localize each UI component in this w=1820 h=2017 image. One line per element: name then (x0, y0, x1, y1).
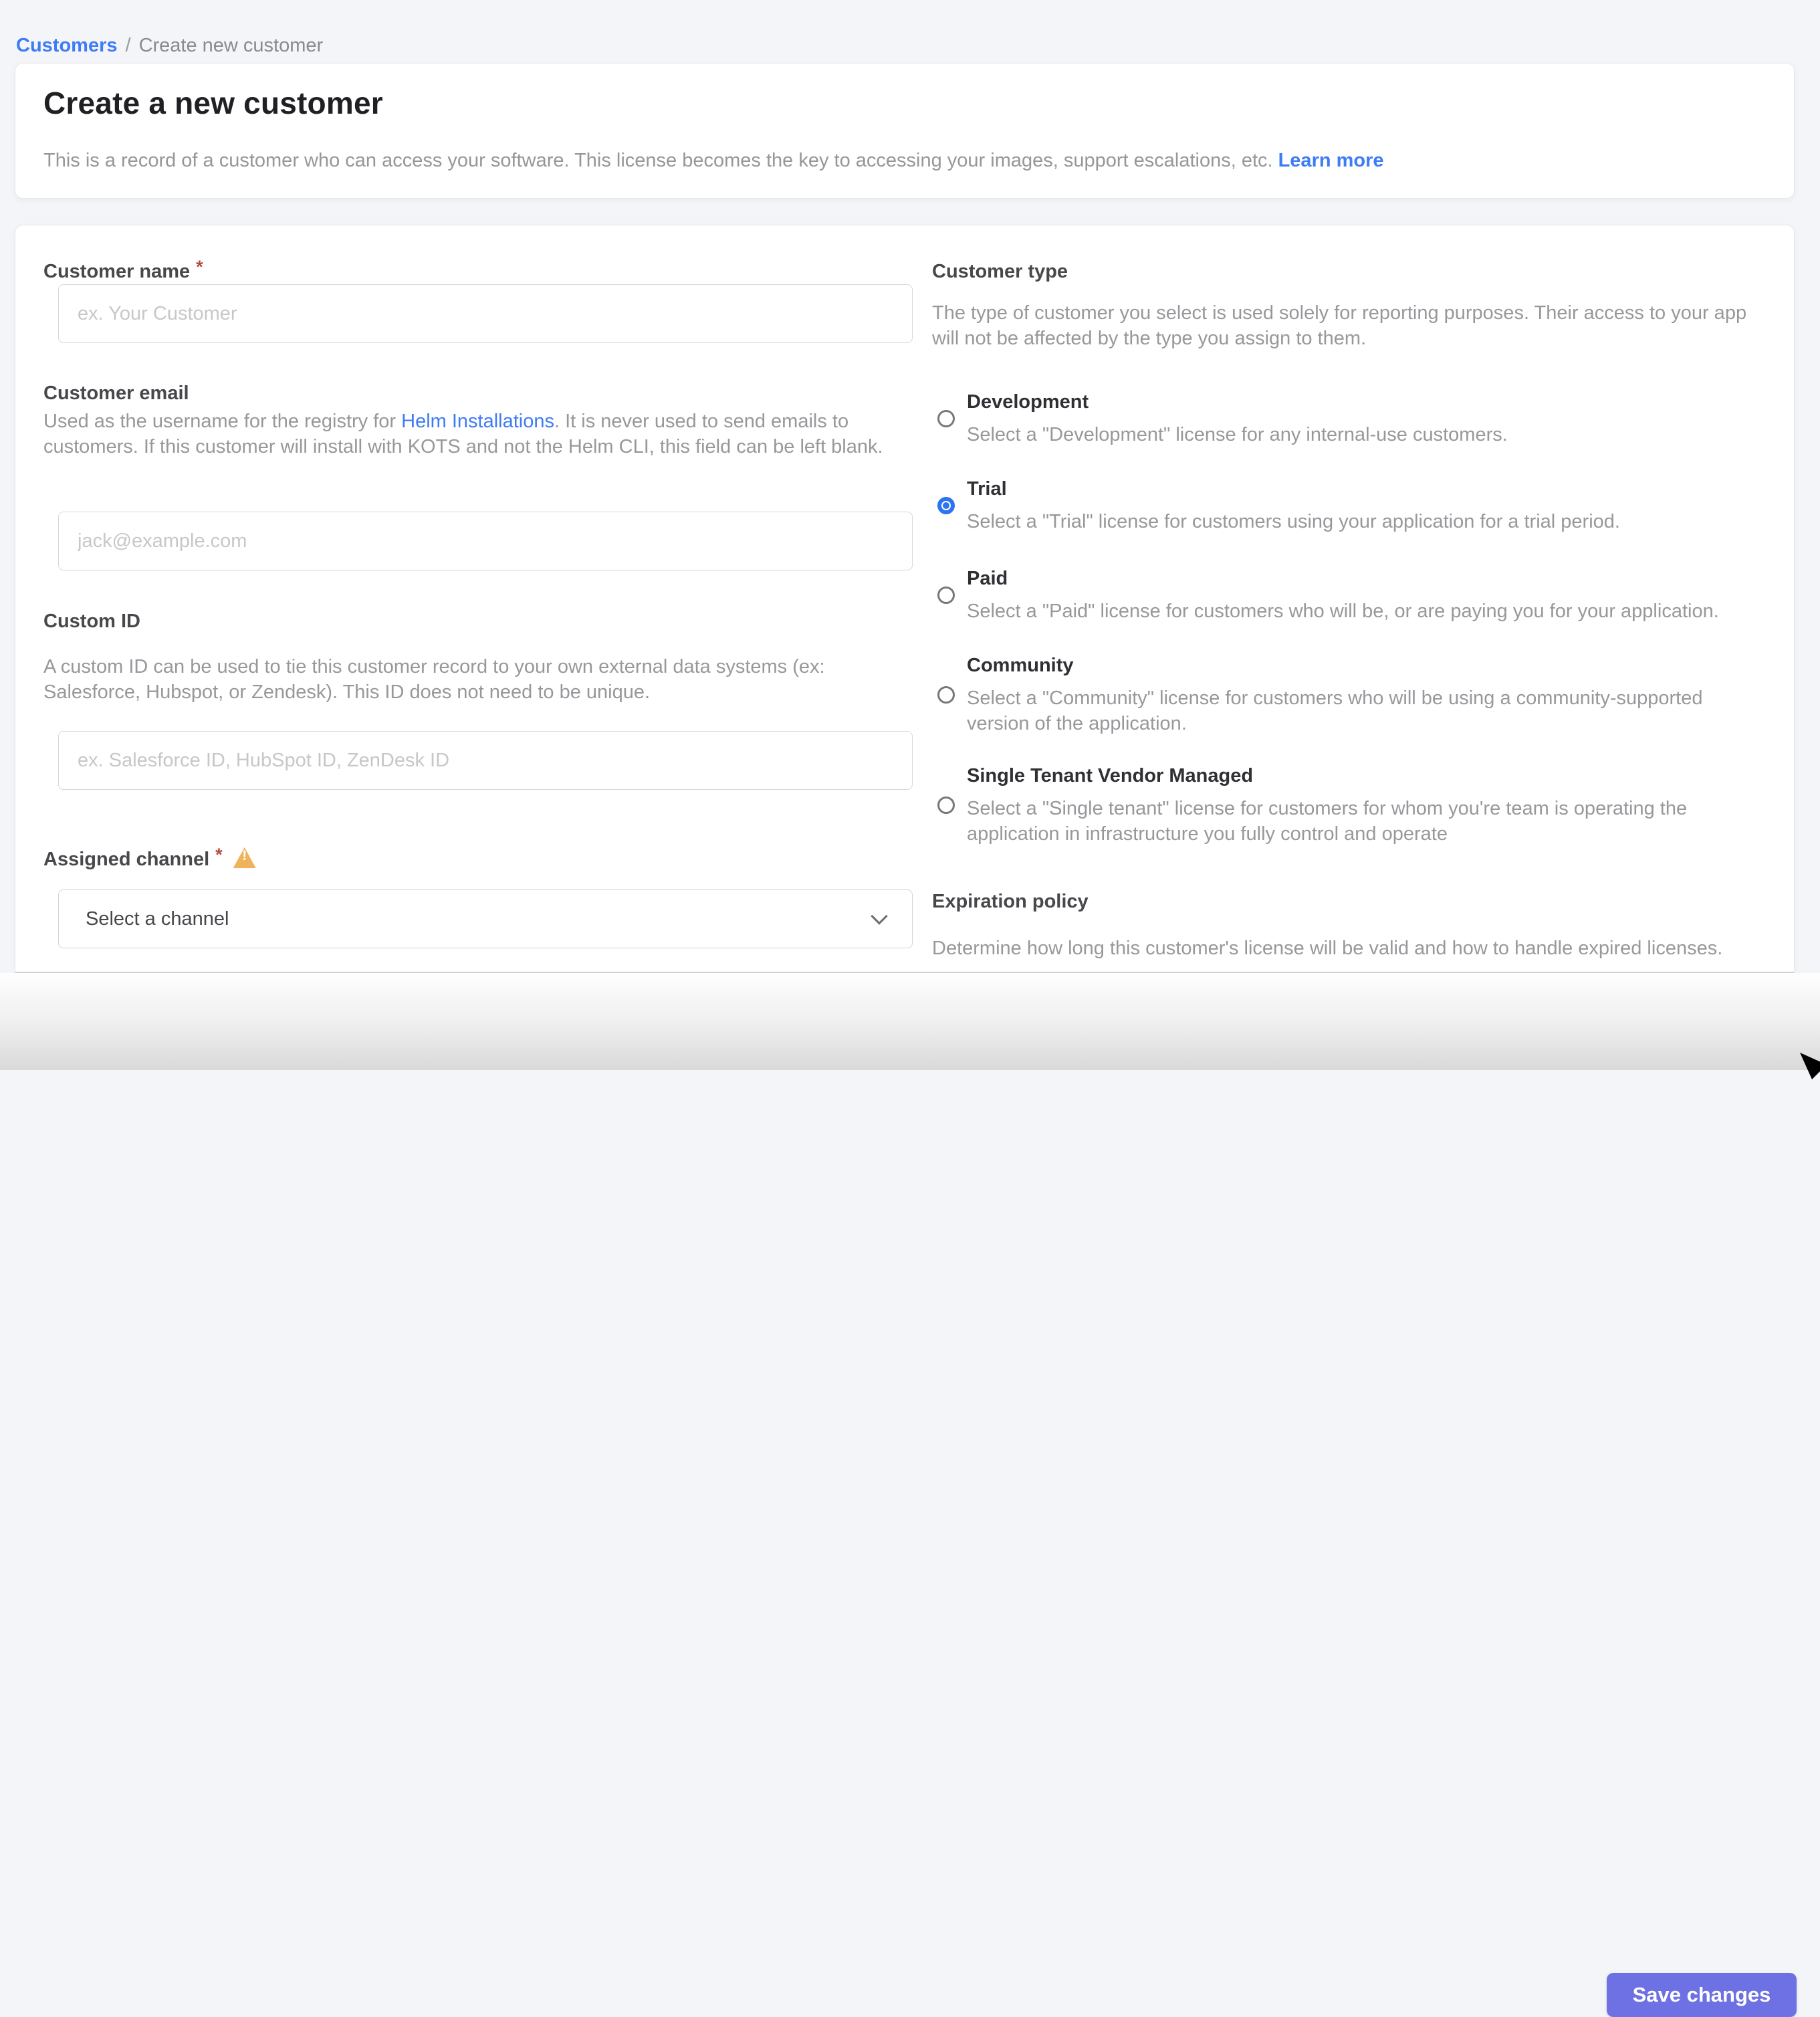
customer-type-option-development[interactable]: Development Select a "Development" licen… (937, 390, 1772, 447)
radio-button-paid[interactable] (937, 587, 955, 604)
channel-select[interactable]: Select a channel (58, 889, 913, 948)
option-label: Trial (967, 477, 1620, 501)
customer-type-heading: Customer type (932, 260, 1068, 283)
option-label: Single Tenant Vendor Managed (967, 764, 1756, 788)
learn-more-link[interactable]: Learn more (1278, 150, 1384, 171)
custom-id-description: A custom ID can be used to tie this cust… (43, 654, 894, 705)
save-changes-button[interactable]: Save changes (1607, 1973, 1797, 2017)
customer-email-label: Customer email (43, 382, 189, 405)
option-description: Select a "Development" license for any i… (967, 422, 1508, 447)
breadcrumb-separator: / (126, 35, 131, 56)
customer-email-description-pre: Used as the username for the registry fo… (43, 411, 401, 432)
option-description: Select a "Paid" license for customers wh… (967, 599, 1719, 624)
page-header-card: Create a new customer This is a record o… (15, 63, 1795, 199)
customer-name-label: Customer name * (43, 260, 203, 283)
custom-id-label: Custom ID (43, 610, 140, 633)
customer-email-description: Used as the username for the registry fo… (43, 409, 894, 459)
assigned-channel-label: Assigned channel * (43, 845, 256, 871)
radio-button-community[interactable] (937, 686, 955, 704)
chevron-down-icon (871, 908, 887, 924)
customer-type-option-trial[interactable]: Trial Select a "Trial" license for custo… (937, 477, 1772, 534)
required-asterisk: * (215, 845, 223, 865)
customer-type-option-community[interactable]: Community Select a "Community" license f… (937, 653, 1772, 736)
customer-email-input[interactable] (58, 512, 913, 570)
expiration-policy-description: Determine how long this customer's licen… (932, 936, 1775, 961)
customer-type-option-single-tenant[interactable]: Single Tenant Vendor Managed Select a "S… (937, 764, 1772, 847)
breadcrumb: Customers / Create new customer (16, 35, 323, 57)
option-label: Development (967, 390, 1508, 414)
customer-type-option-paid[interactable]: Paid Select a "Paid" license for custome… (937, 566, 1772, 624)
option-description: Select a "Single tenant" license for cus… (967, 796, 1756, 847)
warning-icon (233, 847, 256, 868)
customer-name-label-text: Customer name (43, 261, 190, 282)
option-description: Select a "Trial" license for customers u… (967, 509, 1620, 534)
breadcrumb-link-customers[interactable]: Customers (16, 35, 118, 56)
page-description: This is a record of a customer who can a… (43, 148, 1384, 173)
channel-select-value: Select a channel (86, 908, 229, 930)
expiration-policy-heading: Expiration policy (932, 890, 1089, 913)
radio-button-trial[interactable] (937, 497, 955, 514)
footer-bar: Save changes (0, 973, 1820, 1070)
required-asterisk: * (196, 257, 203, 277)
option-label: Paid (967, 566, 1719, 591)
page-title: Create a new customer (43, 85, 383, 121)
customer-type-description: The type of customer you select is used … (932, 300, 1756, 351)
radio-button-single-tenant[interactable] (937, 797, 955, 814)
helm-installations-link[interactable]: Helm Installations (401, 411, 554, 432)
breadcrumb-current: Create new customer (139, 35, 324, 56)
option-label: Community (967, 653, 1756, 677)
assigned-channel-label-text: Assigned channel (43, 849, 209, 870)
page-description-text: This is a record of a customer who can a… (43, 150, 1273, 171)
option-description: Select a "Community" license for custome… (967, 685, 1756, 736)
form-card: Customer name * Customer email Used as th… (15, 225, 1795, 974)
customer-name-input[interactable] (58, 284, 913, 343)
radio-button-development[interactable] (937, 410, 955, 427)
custom-id-input[interactable] (58, 731, 913, 790)
